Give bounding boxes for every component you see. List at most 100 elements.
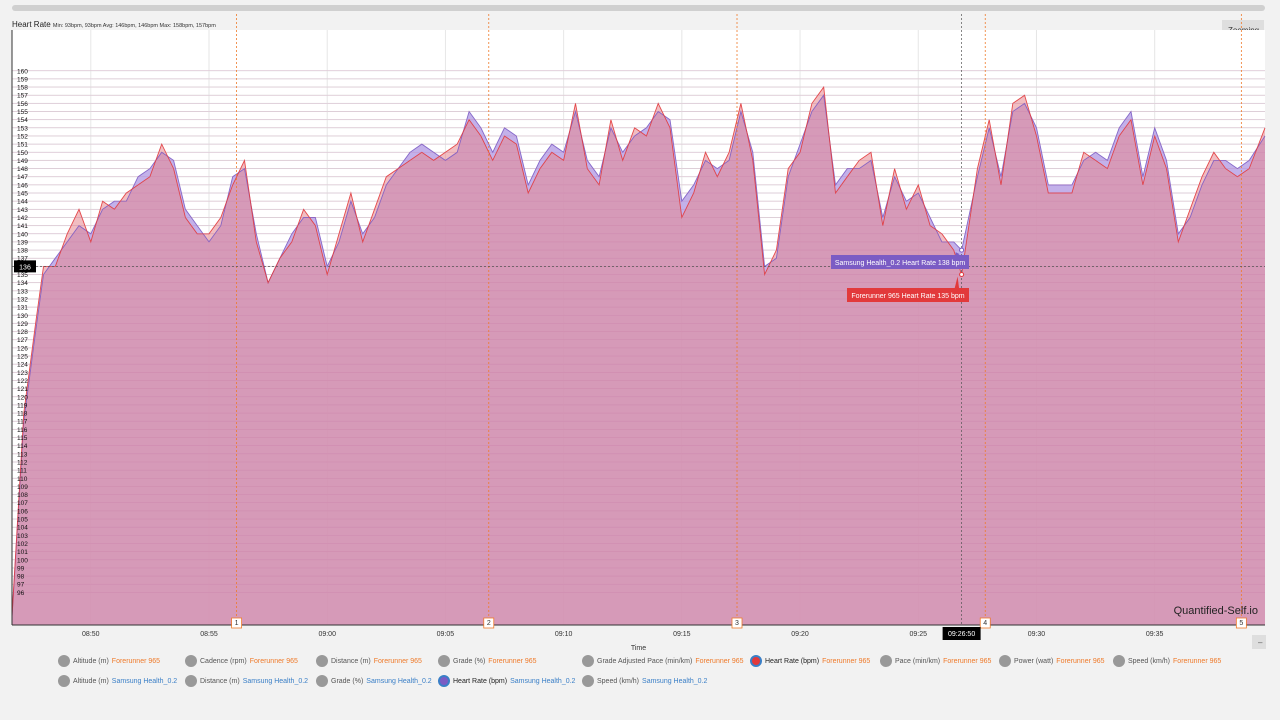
y-tick-label: 148 [17,166,28,173]
y-tick-label: 114 [17,443,28,450]
legend-toggle-icon[interactable] [316,655,328,667]
y-tick-label: 129 [17,321,28,328]
y-tick-label: 142 [17,215,28,222]
y-tick-label: 158 [17,85,28,92]
legend-toggle-icon[interactable] [58,675,70,687]
x-tick-label: 09:05 [437,631,455,638]
legend-metric-name: Altitude (m) [73,677,109,685]
legend-source-name: Samsung Health_0.2 [510,677,576,685]
legend-item[interactable]: Cadence (rpm) Forerunner 965 [185,655,298,667]
legend-toggle-icon[interactable] [999,655,1011,667]
legend-item[interactable]: Speed (km/h) Forerunner 965 [1113,655,1221,667]
legend-item[interactable]: Distance (m) Forerunner 965 [316,655,422,667]
legend-item[interactable]: Distance (m) Samsung Health_0.2 [185,675,308,687]
y-tick-label: 143 [17,207,28,214]
y-tick-label: 146 [17,182,28,189]
y-tick-label: 105 [17,517,28,524]
legend-item[interactable]: Heart Rate (bpm) Forerunner 965 [750,655,870,667]
legend-toggle-icon[interactable] [58,655,70,667]
legend-toggle-icon[interactable] [185,675,197,687]
x-tick-label: 09:00 [318,631,336,638]
legend-item[interactable]: Grade (%) Forerunner 965 [438,655,537,667]
x-tick-label: 09:20 [791,631,809,638]
legend-source-name: Forerunner 965 [111,657,161,665]
y-tick-label: 153 [17,125,28,132]
marker-samsung [959,247,965,253]
legend-item[interactable]: Altitude (m) Forerunner 965 [58,655,160,667]
x-tick-label: 09:10 [555,631,573,638]
legend-toggle-icon[interactable] [438,675,450,687]
legend-metric-name: Power (watt) [1014,657,1054,665]
legend-toggle-icon[interactable] [582,675,594,687]
legend-toggle-icon[interactable] [880,655,892,667]
legend-metric-name: Altitude (m) [73,657,109,665]
y-tick-label: 127 [17,337,28,344]
legend-source-name: Forerunner 965 [1056,657,1105,665]
legend-toggle-icon[interactable] [185,655,197,667]
y-tick-label: 141 [17,223,28,230]
y-tick-label: 139 [17,239,28,246]
legend-metric-name: Pace (min/km) [895,657,941,665]
x-tick-label: 09:25 [909,631,927,638]
y-tick-label: 103 [17,533,28,540]
marker-forerunner [959,272,965,278]
crosshair-x-label: 09:26:50 [948,631,975,638]
x-axis-title: Time [631,645,646,652]
crosshair-y-label: 136 [19,264,31,271]
legend-toggle-icon[interactable] [582,655,594,667]
legend-toggle-icon[interactable] [316,675,328,687]
y-tick-label: 159 [17,76,28,83]
legend-toggle-icon[interactable] [438,655,450,667]
lap-label: 2 [487,620,491,627]
y-tick-label: 160 [17,68,28,75]
legend-item[interactable]: Speed (km/h) Samsung Health_0.2 [582,675,707,687]
y-tick-label: 131 [17,305,28,312]
y-tick-label: 138 [17,248,28,255]
lap-label: 1 [235,620,239,627]
y-tick-label: 150 [17,150,28,157]
legend-metric-name: Cadence (rpm) [200,657,247,665]
y-tick-label: 107 [17,500,28,507]
y-tick-label: 118 [17,411,28,418]
heart-rate-chart[interactable]: 9697989910010110210310410510610710810911… [0,0,1280,652]
x-tick-label: 09:35 [1146,631,1164,638]
y-tick-label: 149 [17,158,28,165]
lap-label: 4 [983,620,987,627]
legend-source-name: Forerunner 965 [373,657,422,665]
legend-source-name: Forerunner 965 [249,657,298,665]
legend-metric-name: Heart Rate (bpm) [765,657,820,665]
tooltip-samsung-text: Samsung Health_0.2 Heart Rate 138 bpm [835,260,966,267]
legend-toggle-icon[interactable] [1113,655,1125,667]
legend-source-name: Forerunner 965 [943,657,992,665]
y-tick-label: 98 [17,574,25,581]
legend-item[interactable]: Power (watt) Forerunner 965 [999,655,1105,667]
y-tick-label: 124 [17,362,28,369]
y-tick-label: 140 [17,231,28,238]
y-tick-label: 97 [17,582,25,589]
legend-source-name: Forerunner 965 [1173,657,1222,665]
y-tick-label: 101 [17,549,28,556]
legend-source-name: Samsung Health_0.2 [642,677,708,685]
lap-label: 3 [735,620,739,627]
legend-item[interactable]: Altitude (m) Samsung Health_0.2 [58,675,177,687]
legend-item[interactable]: Grade (%) Samsung Health_0.2 [316,675,432,687]
tooltip-forerunner-text: Forerunner 965 Heart Rate 135 bpm [851,293,964,300]
legend-source-name: Forerunner 965 [822,657,871,665]
legend-metric-name: Distance (m) [331,657,371,665]
legend-item[interactable]: Grade Adjusted Pace (min/km) Forerunner 9… [582,655,744,667]
lap-label: 5 [1239,620,1243,627]
legend-source-name: Forerunner 965 [695,657,744,665]
legend-item[interactable]: Pace (min/km) Forerunner 965 [880,655,991,667]
x-tick-label: 08:50 [82,631,100,638]
watermark: Quantified-Self.io [1174,605,1258,617]
legend-source-name: Samsung Health_0.2 [366,677,432,685]
y-tick-label: 125 [17,354,28,361]
legend-metric-name: Distance (m) [200,677,240,685]
legend-toggle-icon[interactable] [750,655,762,667]
y-tick-label: 119 [17,402,28,409]
legend-metric-name: Heart Rate (bpm) [453,677,508,685]
y-tick-label: 121 [17,386,28,393]
legend-item[interactable]: Heart Rate (bpm) Samsung Health_0.2 [438,675,575,687]
y-tick-label: 135 [17,272,28,279]
y-tick-label: 104 [17,525,28,532]
